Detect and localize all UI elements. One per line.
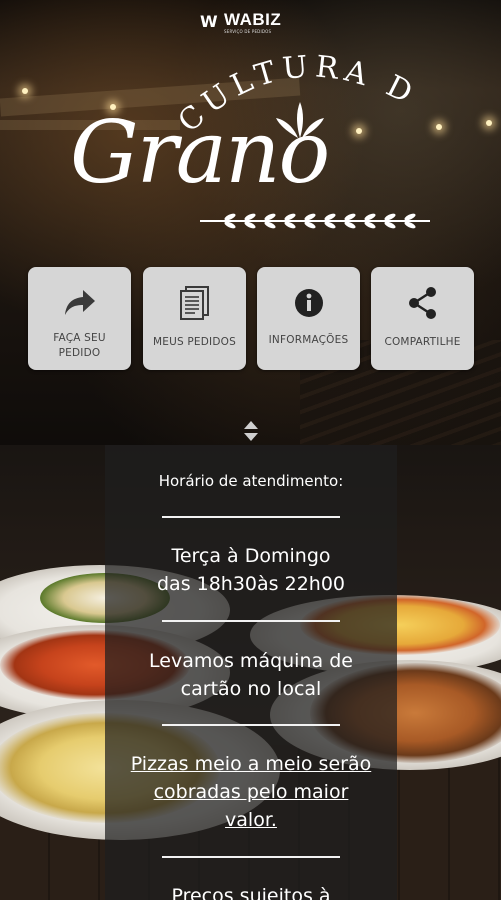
logo-mark: W <box>200 12 218 31</box>
my-orders-button[interactable]: MEUS PEDIDOS <box>143 267 246 370</box>
order-label-line1: FAÇA SEU <box>53 332 106 344</box>
hours-times: das 18h30às 22h00 <box>156 573 345 595</box>
string-light <box>436 124 442 130</box>
pizza-line2: cobradas pelo maior <box>153 781 349 803</box>
share-label: COMPARTILHE <box>384 335 460 350</box>
share-button[interactable]: COMPARTILHE <box>371 267 474 370</box>
my-orders-label-text: MEUS PEDIDOS <box>153 336 236 348</box>
order-button[interactable]: FAÇA SEU PEDIDO <box>28 267 131 370</box>
info-label-text: INFORMAÇÕES <box>268 334 349 346</box>
divider <box>162 724 340 726</box>
document-list-icon <box>177 285 213 321</box>
brand-main-title: Grano <box>70 103 330 203</box>
info-label: INFORMAÇÕES <box>269 333 349 348</box>
divider <box>162 856 340 858</box>
divider <box>162 620 340 622</box>
wabiz-logo: W WABIZ SERVIÇO DE PEDIDOS <box>200 10 310 36</box>
pizza-policy-link[interactable]: Pizzas meio a meio serão cobradas pelo m… <box>105 750 397 834</box>
card-machine-text: Levamos máquina de cartão no local <box>105 647 397 703</box>
prices-note-text: Preços sujeitos à <box>105 882 397 900</box>
hours-days: Terça à Domingo <box>171 545 331 567</box>
card-line1: Levamos máquina de <box>149 650 353 672</box>
opening-hours-text: Terça à Domingo das 18h30às 22h00 <box>105 542 397 598</box>
pizza-line1: Pizzas meio a meio serão <box>130 753 372 775</box>
share-label-text: COMPARTILHE <box>384 336 461 348</box>
prices-line1: Preços sujeitos à <box>171 885 331 900</box>
wheat-divider-icon <box>200 213 430 229</box>
action-buttons: FAÇA SEU PEDIDO MEUS PEDIDOS INFORMAÇÕES… <box>28 267 478 370</box>
divider <box>162 516 340 518</box>
order-label-line2: PEDIDO <box>58 346 101 359</box>
opening-hours-heading: Horário de atendimento: <box>158 472 344 490</box>
info-button[interactable]: INFORMAÇÕES <box>257 267 360 370</box>
pizza-line3: valor. <box>225 809 277 831</box>
card-line2: cartão no local <box>180 678 322 700</box>
logo-name: WABIZ <box>224 10 282 29</box>
info-icon <box>291 285 327 321</box>
info-section: Horário de atendimento: Terça à Domingo … <box>0 445 501 900</box>
my-orders-label: MEUS PEDIDOS <box>153 335 236 350</box>
share-icon <box>405 285 441 321</box>
scroll-toggle-icon[interactable] <box>243 420 259 442</box>
share-arrow-icon <box>62 285 98 321</box>
string-light <box>486 120 492 126</box>
order-button-label: FAÇA SEU PEDIDO <box>53 331 106 360</box>
logo-subtitle: SERVIÇO DE PEDIDOS <box>224 29 272 34</box>
hero-banner: W WABIZ SERVIÇO DE PEDIDOS CULTURA DEL G… <box>0 0 501 445</box>
string-light <box>22 88 28 94</box>
